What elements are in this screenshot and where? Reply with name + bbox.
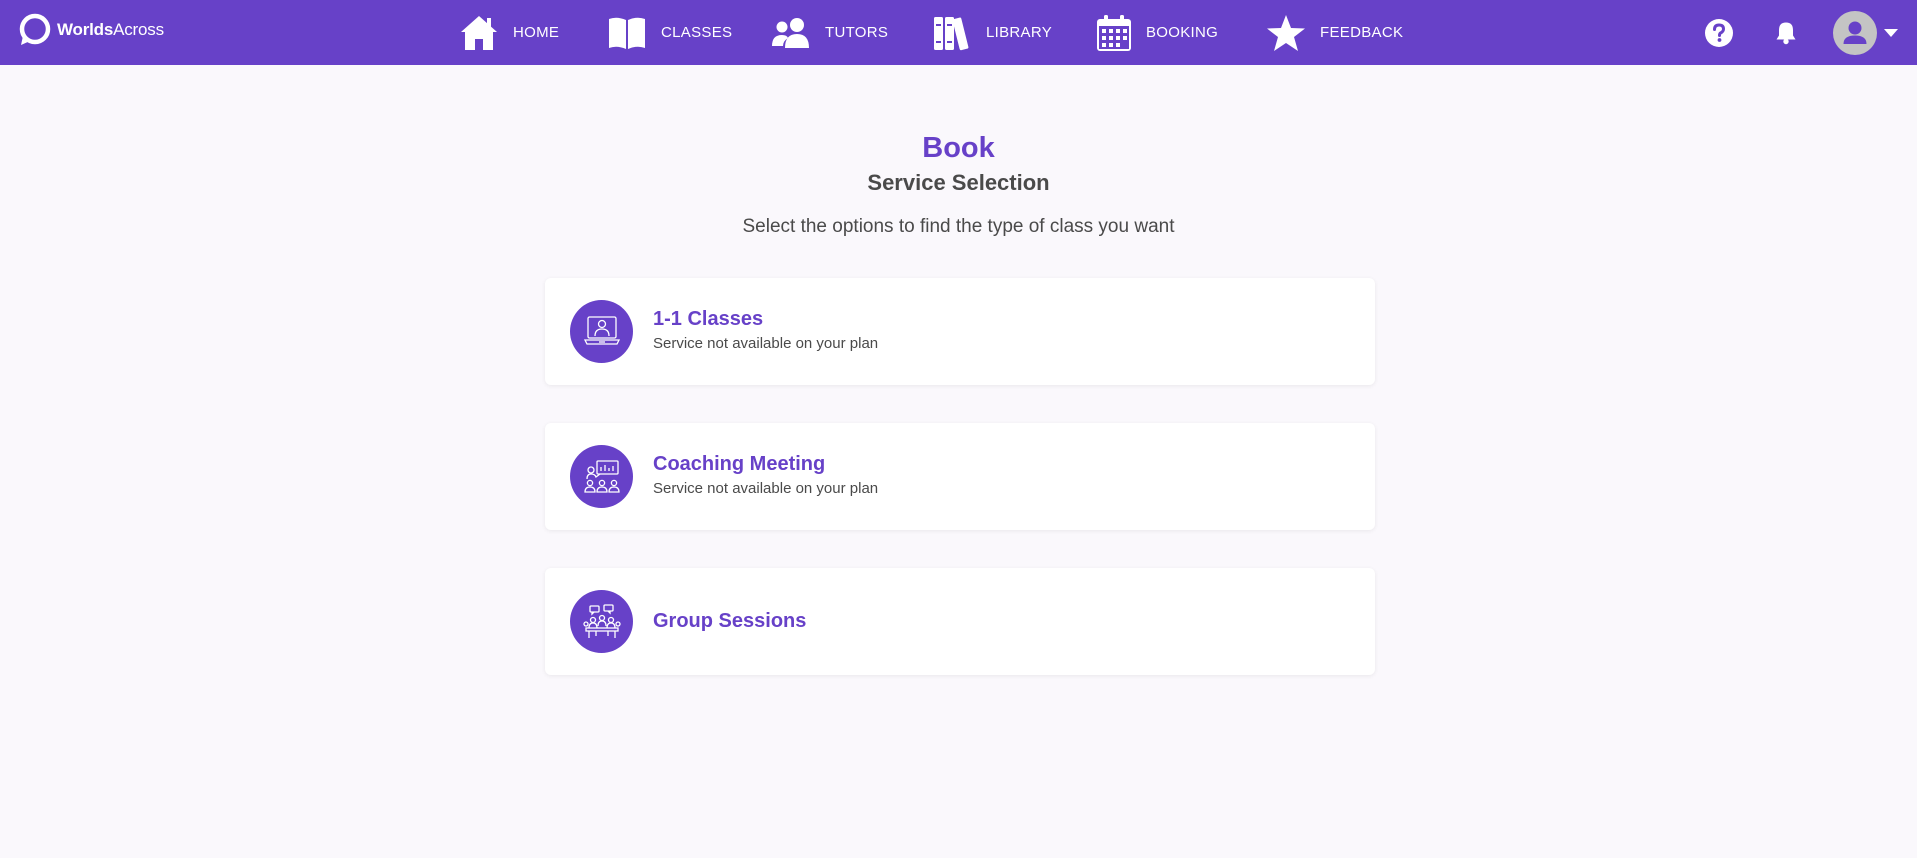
nav-item-library[interactable]: LIBRARY: [932, 0, 1052, 65]
book-icon: [609, 17, 645, 49]
calendar-icon: [1097, 14, 1131, 51]
nav-item-label: BOOKING: [1146, 24, 1219, 41]
service-status: Service not available on your plan: [653, 335, 879, 352]
service-card-group-sessions[interactable]: Group Sessions: [545, 568, 1375, 675]
service-card-coaching-meeting[interactable]: Coaching Meeting Service not available o…: [545, 423, 1375, 530]
service-card-1-1-classes[interactable]: 1-1 Classes Service not available on you…: [545, 278, 1375, 385]
nav-item-label: TUTORS: [825, 24, 889, 41]
users-icon: [772, 17, 809, 48]
online-tutor-icon: [570, 300, 633, 363]
brand-logo[interactable]: WorldsAcross: [17, 13, 164, 47]
nav-item-home[interactable]: HOME: [459, 0, 559, 65]
nav-item-classes[interactable]: CLASSES: [607, 0, 732, 65]
page-title: Book: [922, 132, 995, 164]
bell-icon: [1776, 22, 1796, 44]
nav-item-booking[interactable]: BOOKING: [1096, 0, 1218, 65]
library-icon: [934, 16, 969, 50]
avatar: [1833, 10, 1877, 55]
user-menu-caret[interactable]: [1881, 0, 1901, 65]
service-title: 1-1 Classes: [653, 308, 764, 330]
home-icon: [461, 15, 497, 50]
nav-item-label: FEEDBACK: [1320, 24, 1404, 41]
brand-name-bold: Worlds: [57, 20, 114, 39]
speech-bubble-logo-icon: [19, 13, 51, 45]
nav-item-label: LIBRARY: [986, 24, 1053, 41]
page-description: Select the options to find the type of c…: [742, 216, 1175, 237]
nav-item-label: HOME: [513, 24, 560, 41]
help-button[interactable]: [1703, 0, 1735, 65]
group-session-icon: [570, 590, 633, 653]
coaching-meeting-icon: [570, 445, 633, 508]
page-subtitle: Service Selection: [867, 170, 1050, 195]
help-icon: [1705, 18, 1733, 47]
nav-item-label: CLASSES: [661, 24, 733, 41]
user-menu-button[interactable]: [1832, 0, 1878, 65]
nav-item-feedback[interactable]: FEEDBACK: [1266, 0, 1403, 65]
top-navigation-bar: WorldsAcross HOME CLASSES TUTORS LIBRARY…: [0, 0, 1917, 65]
service-title: Coaching Meeting: [653, 453, 826, 475]
brand-name: WorldsAcross: [57, 20, 164, 40]
notifications-button[interactable]: [1773, 0, 1799, 65]
caret-down-icon: [1884, 28, 1898, 37]
service-status: Service not available on your plan: [653, 480, 879, 497]
brand-name-regular: Across: [113, 20, 164, 39]
nav-item-tutors[interactable]: TUTORS: [771, 0, 888, 65]
service-title: Group Sessions: [653, 610, 807, 632]
star-icon: [1267, 14, 1305, 51]
